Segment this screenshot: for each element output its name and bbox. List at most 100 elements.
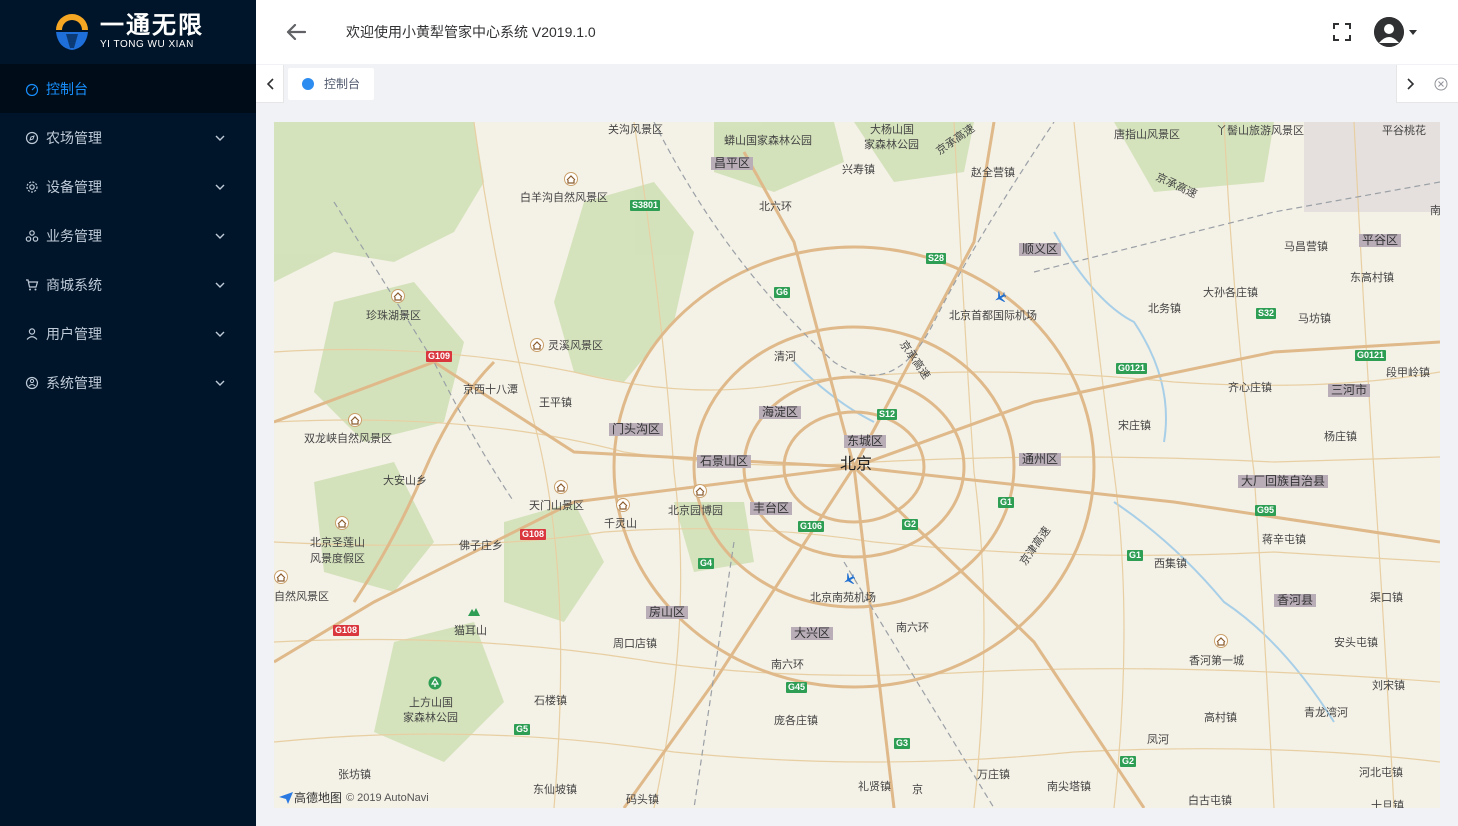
system-icon (24, 375, 40, 391)
map-container[interactable]: 关沟风景区 蟒山国家森林公园 大杨山国 家森林公园 唐指山风景区 丫髻山旅游风景… (274, 122, 1440, 808)
map-label: 东仙坡镇 (533, 784, 577, 796)
map-label: 张坊镇 (338, 769, 371, 781)
sidebar-item-label: 设备管理 (46, 178, 102, 195)
map-label: 西集镇 (1154, 558, 1187, 570)
map-label: 大杨山国 (870, 124, 914, 136)
user-menu[interactable] (1374, 17, 1418, 47)
sidebar-item-label: 系统管理 (46, 374, 102, 391)
logo-text-en: YI TONG WU XIAN (100, 39, 194, 50)
road-shield: G3 (894, 738, 911, 749)
map-label: 兴寿镇 (842, 164, 875, 176)
map-district-label: 房山区 (646, 606, 689, 619)
map-label: 万庄镇 (977, 769, 1010, 781)
scenic-spot-icon (335, 516, 349, 530)
map-label: 十旦镇 (1371, 800, 1404, 808)
compass-icon (24, 130, 40, 146)
map-label: 关沟风景区 (608, 124, 663, 136)
road-shield: G108 (333, 625, 360, 636)
map-label: 自然风景区 (274, 591, 329, 603)
map-district-label: 丰台区 (750, 502, 793, 515)
map-label: 高村镇 (1204, 712, 1237, 724)
sidebar-item-business[interactable]: 业务管理 (0, 211, 256, 260)
map-label: 上方山国 (409, 697, 453, 709)
chevron-down-icon (214, 328, 226, 340)
sidebar-item-label: 农场管理 (46, 129, 102, 146)
sidebar-item-label: 商城系统 (46, 276, 102, 293)
dashboard-icon (24, 81, 40, 97)
tab-scroll-right-button[interactable] (1396, 64, 1424, 103)
sidebar-item-mall[interactable]: 商城系统 (0, 260, 256, 309)
map-district-label: 三河市 (1328, 384, 1371, 397)
map-label: 白羊沟自然风景区 (520, 192, 608, 204)
map-district-label: 平谷区 (1359, 234, 1402, 247)
top-header: 欢迎使用小黄犁管家中心系统 V2019.1.0 (256, 0, 1458, 64)
sidebar-item-device[interactable]: 设备管理 (0, 162, 256, 211)
sidebar-item-users[interactable]: 用户管理 (0, 309, 256, 358)
chevron-down-icon (214, 230, 226, 242)
back-button[interactable] (276, 12, 316, 52)
map-label: 大安山乡 (383, 475, 427, 487)
tabs-area: 控制台 (284, 64, 1396, 103)
map-label: 天门山景区 (529, 500, 584, 512)
cart-icon (24, 277, 40, 293)
map-district-label: 大厂回族自治县 (1238, 475, 1329, 488)
logo-icon (52, 12, 92, 52)
map-label: 家森林公园 (864, 139, 919, 151)
road-shield: G1 (998, 497, 1015, 508)
park-icon (428, 676, 442, 690)
map-label: 南尖塔镇 (1047, 781, 1091, 793)
road-shield: G109 (426, 351, 453, 362)
chevron-left-icon (266, 77, 274, 90)
road-shield: G2 (1120, 756, 1137, 767)
chevron-right-icon (1406, 77, 1414, 90)
map-label: 北务镇 (1148, 303, 1181, 315)
map-label: 马昌营镇 (1284, 241, 1328, 253)
map-district-label: 海淀区 (759, 406, 802, 419)
map-label: 石楼镇 (534, 695, 567, 707)
logo[interactable]: 一通无限 YI TONG WU XIAN (0, 0, 256, 64)
map-label: 白古屯镇 (1188, 795, 1232, 807)
chevron-down-icon (214, 377, 226, 389)
sidebar-item-system[interactable]: 系统管理 (0, 358, 256, 407)
road-shield: G5 (514, 724, 531, 735)
map-attribution: 高德地图 © 2019 AutoNavi (278, 789, 429, 806)
sidebar-menu: 控制台 农场管理 设备管理 业务管理 商城系统 用户管理 系统管理 (0, 64, 256, 407)
mountain-icon (468, 608, 480, 616)
map-district-label: 大兴区 (791, 627, 834, 640)
tab-scroll-left-button[interactable] (256, 64, 284, 103)
sidebar-item-farm[interactable]: 农场管理 (0, 113, 256, 162)
map-label: 唐指山风景区 (1114, 129, 1180, 141)
map-district-label: 香河县 (1274, 594, 1317, 607)
tab-dashboard[interactable]: 控制台 (288, 67, 375, 100)
map-label: 香河第一城 (1189, 655, 1244, 667)
amap-logo[interactable]: 高德地图 (278, 789, 342, 806)
scenic-spot-icon (530, 338, 544, 352)
map-label: 猫耳山 (454, 625, 487, 637)
scenic-spot-icon (564, 172, 578, 186)
road-shield: S12 (877, 409, 898, 420)
arrow-left-icon (286, 24, 306, 40)
fullscreen-button[interactable] (1330, 20, 1354, 44)
map-label: 北京首都国际机场 (949, 310, 1037, 322)
scenic-spot-icon (391, 289, 405, 303)
cluster-icon (24, 228, 40, 244)
road-shield: S32 (1256, 308, 1277, 319)
tab-label: 控制台 (324, 77, 361, 91)
page-title: 欢迎使用小黄犁管家中心系统 V2019.1.0 (346, 24, 596, 40)
map-label: 京西十八潭 (463, 384, 518, 396)
sidebar-item-dashboard[interactable]: 控制台 (0, 64, 256, 113)
map-district-label: 石景山区 (697, 455, 752, 468)
map-label: 蒋辛屯镇 (1262, 534, 1306, 546)
road-shield: S28 (926, 253, 947, 264)
map-label: 家森林公园 (403, 712, 458, 724)
map-label: 北京园博园 (668, 505, 723, 517)
map-label: 平谷桃花 (1382, 125, 1426, 137)
map-district-label: 门头沟区 (609, 423, 664, 436)
chevron-down-icon (214, 132, 226, 144)
map-label: 南六环 (771, 659, 804, 671)
caret-down-icon (1408, 27, 1418, 37)
road-shield: G2 (902, 519, 919, 530)
tab-close-all-button[interactable] (1424, 65, 1458, 103)
scenic-spot-icon (693, 484, 707, 498)
map-label: 周口店镇 (613, 638, 657, 650)
